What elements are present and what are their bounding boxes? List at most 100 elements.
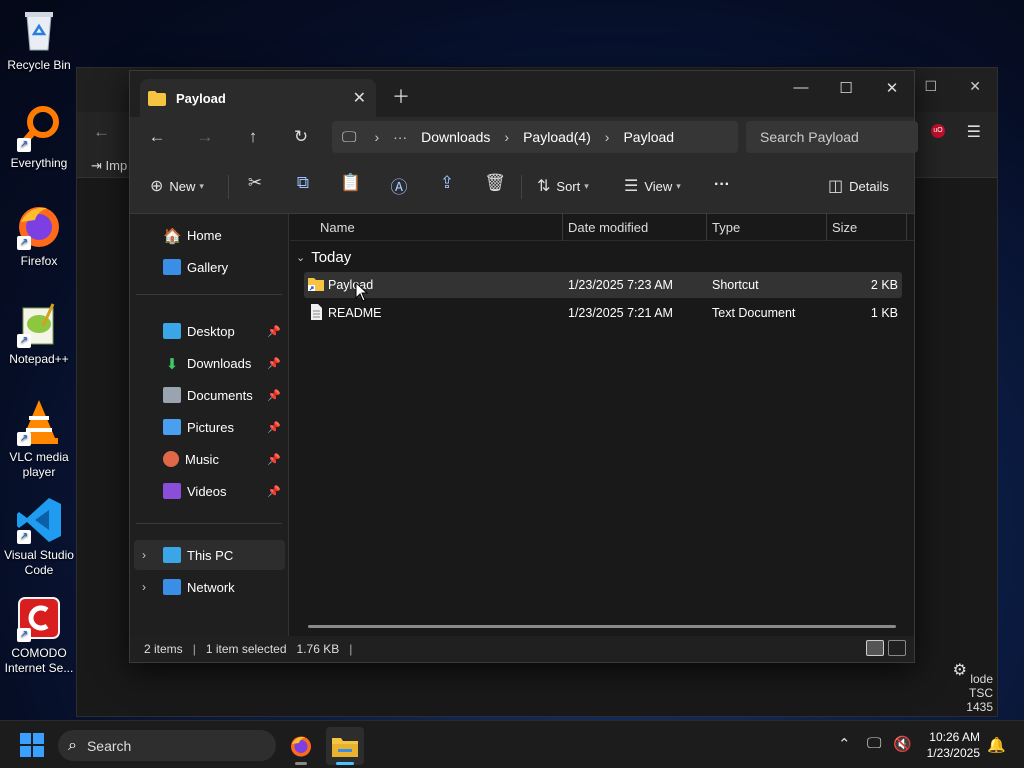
desktop-icon-vlc[interactable]: ↗ VLC media player [2,398,76,480]
column-name[interactable]: Name [320,220,355,235]
tab-close-icon[interactable]: ✕ [353,88,366,108]
pin-icon[interactable]: 📌 [267,453,281,466]
details-view-icon[interactable] [866,640,884,656]
up-arrow-icon[interactable]: ↑ [241,127,265,147]
desktop-icon-notepad-plus-plus[interactable]: ↗ Notepad++ [2,300,76,367]
nav-item-network[interactable]: › Network [134,572,285,602]
desktop-icon-label: Notepad++ [9,352,69,366]
breadcrumb[interactable]: 🖵 › ··· Downloads › Payload(4) › Payload [332,121,738,153]
sort-icon: ⇅ [537,178,551,195]
column-divider[interactable] [826,214,827,241]
pin-icon[interactable]: 📌 [267,421,281,434]
nav-item-pictures[interactable]: Pictures 📌 [134,412,285,442]
nav-item-desktop[interactable]: Desktop 📌 [134,316,285,346]
delete-icon[interactable]: 🗑 [483,173,507,193]
new-button[interactable]: ⊕ New ▾ [150,176,204,196]
nav-item-label: Home [187,227,222,243]
navigation-pane[interactable]: 🏠 Home Gallery Desktop 📌 ⬇ Downloads 📌 D… [130,214,289,636]
ellipsis-icon[interactable]: ··· [393,129,407,145]
settings-gear-icon[interactable]: ⚙ [953,660,967,680]
file-row-payload[interactable]: Payload 1/23/2025 7:23 AM Shortcut 2 KB [304,272,902,298]
network-monitor-icon[interactable]: 🖵 [867,735,881,752]
desktop-icon-label: Visual Studio Code [4,548,74,577]
start-button-windows-icon[interactable] [20,733,44,757]
taskbar-firefox[interactable] [282,727,320,765]
group-header-today[interactable]: ⌄ Today [296,249,351,266]
desktop-icon-comodo[interactable]: ↗ COMODO Internet Se... [2,594,76,676]
new-tab-plus-icon[interactable]: ＋ [392,83,410,109]
view-button[interactable]: ☰ View ▾ [624,176,681,196]
notepad-plus-plus-icon: ↗ [15,300,63,348]
file-row-readme[interactable]: README 1/23/2025 7:21 AM Text Document 1… [304,300,902,326]
column-size[interactable]: Size [832,220,857,235]
nav-item-music[interactable]: Music 📌 [134,444,285,474]
more-options-button[interactable]: ··· [714,176,730,194]
file-explorer-window[interactable]: Payload ✕ ＋ — ☐ ✕ ← → ↑ ↻ 🖵 › ··· Downlo… [129,70,918,663]
column-divider[interactable] [706,214,707,241]
tiles-view-icon[interactable] [888,640,906,656]
back-arrow-icon[interactable]: ← [93,122,110,142]
desktop-icon-everything[interactable]: ↗ Everything [2,104,76,171]
hamburger-menu-icon[interactable]: ☰ [967,122,981,142]
nav-item-gallery[interactable]: Gallery [134,252,285,282]
cut-icon[interactable]: ✂ [243,173,267,193]
nav-item-videos[interactable]: Videos 📌 [134,476,285,506]
taskbar-search-label: Search [86,737,132,754]
desktop-icon-recycle-bin[interactable]: Recycle Bin [2,6,76,73]
share-icon[interactable]: ⇪ [435,173,459,193]
desktop-icon-label: COMODO Internet Se... [4,646,74,675]
back-arrow-icon[interactable]: ← [145,127,169,147]
breadcrumb-payload[interactable]: Payload [623,129,674,145]
taskbar-clock[interactable]: 10:26 AM 1/23/2025 [927,729,980,761]
file-size: 1 KB [870,306,898,320]
nav-item-documents[interactable]: Documents 📌 [134,380,285,410]
nav-item-this-pc[interactable]: › This PC [134,540,285,570]
expand-chevron-icon[interactable]: › [142,548,146,562]
desktop-icon-vscode[interactable]: ↗ Visual Studio Code [2,496,76,578]
pin-icon[interactable]: 📌 [267,325,281,338]
close-button[interactable]: ✕ [869,79,915,97]
show-hidden-icons-chevron-icon[interactable]: ⌃ [838,735,851,753]
column-divider[interactable] [906,214,907,241]
desktop-icon-firefox[interactable]: ↗ Firefox [2,202,76,269]
nav-divider [136,294,282,295]
sort-button[interactable]: ⇅ Sort ▾ [537,176,589,196]
maximize-icon[interactable]: ☐ [924,78,937,95]
breadcrumb-payload4[interactable]: Payload(4) [523,129,591,145]
file-list-pane[interactable]: Name Date modified Type Size ⌄ Today Pay… [290,214,914,636]
pin-icon[interactable]: 📌 [267,389,281,402]
collapse-chevron-icon[interactable]: ⌄ [296,251,305,264]
column-divider[interactable] [562,214,563,241]
minimize-button[interactable]: — [778,79,824,96]
refresh-icon[interactable]: ↻ [289,127,313,147]
breadcrumb-downloads[interactable]: Downloads [421,129,490,145]
search-input[interactable]: Search Payload [746,121,918,153]
forward-arrow-icon[interactable]: → [193,127,217,147]
nav-item-home[interactable]: 🏠 Home [134,220,285,250]
pin-icon[interactable]: 📌 [267,357,281,370]
close-icon[interactable]: ✕ [969,78,981,95]
monitor-icon[interactable]: 🖵 [342,129,356,146]
copy-icon[interactable]: ⧉ [291,173,315,193]
file-name: README [328,306,382,320]
notification-bell-icon[interactable]: 🔔 [987,736,1006,754]
taskbar-search-box[interactable]: ⌕ Search [58,730,276,761]
nav-item-label: Videos [187,483,227,499]
paste-icon[interactable]: 📋 [339,173,363,193]
nav-item-downloads[interactable]: ⬇ Downloads 📌 [134,348,285,378]
column-date-modified[interactable]: Date modified [568,220,648,235]
maximize-button[interactable]: ☐ [823,79,869,97]
volume-muted-icon[interactable]: 🔇 [893,735,912,753]
column-type[interactable]: Type [712,220,740,235]
pin-icon[interactable]: 📌 [267,485,281,498]
ublock-icon[interactable]: uO [931,124,945,138]
details-button[interactable]: ◫ Details [828,176,889,196]
background-toolbar-label[interactable]: ⇥ Imp [91,158,127,174]
comodo-icon: ↗ [15,594,63,642]
tab-payload[interactable]: Payload ✕ [140,79,376,117]
rename-icon[interactable]: Ⓐ [387,173,411,198]
taskbar-file-explorer[interactable] [326,727,364,765]
expand-chevron-icon[interactable]: › [142,580,146,594]
chevron-right-icon: › [374,129,380,145]
horizontal-scrollbar[interactable] [308,625,896,628]
